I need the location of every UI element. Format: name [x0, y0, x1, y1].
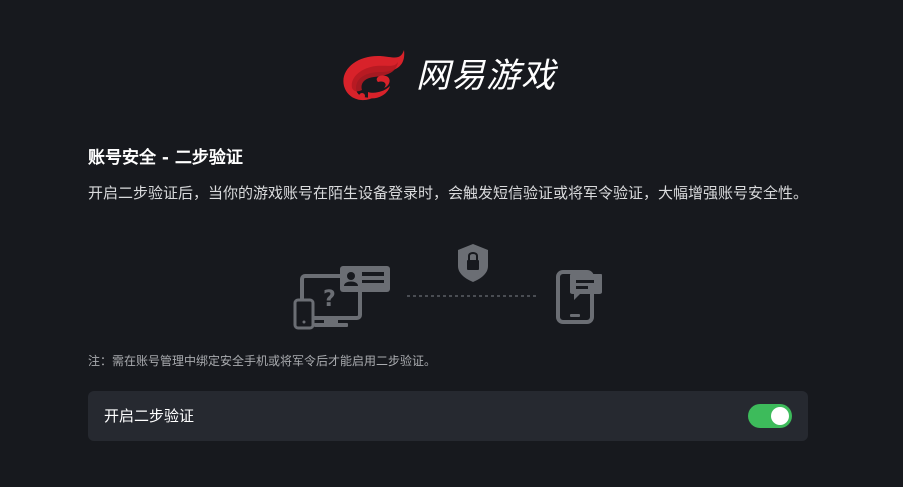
two-step-setting-row: 开启二步验证 [88, 391, 808, 441]
verification-illustration: ? [293, 244, 602, 330]
requirement-note: 注：需在账号管理中绑定安全手机或将军令后才能启用二步验证。 [88, 354, 437, 368]
two-step-toggle-switch[interactable] [748, 404, 792, 428]
section-title: 账号安全 - 二步验证 [88, 148, 243, 168]
netease-swirl-icon [343, 50, 405, 101]
shield-lock-icon [458, 244, 488, 282]
unknown-mark: ? [323, 287, 336, 312]
two-step-toggle-label: 开启二步验证 [104, 407, 195, 425]
phone-message-icon [556, 270, 602, 324]
two-step-verification-page: 网易游戏 账号安全 - 二步验证 开启二步验证后，当你的游戏账号在陌生设备登录时… [0, 0, 903, 487]
netease-games-logo: 网易游戏 [334, 42, 556, 106]
logo-text: 网易游戏 [416, 55, 556, 96]
section-description: 开启二步验证后，当你的游戏账号在陌生设备登录时，会触发短信验证或将军令验证，大幅… [88, 184, 809, 202]
desktop-unknown-device-icon: ? [293, 266, 390, 330]
switch-knob [771, 407, 789, 425]
